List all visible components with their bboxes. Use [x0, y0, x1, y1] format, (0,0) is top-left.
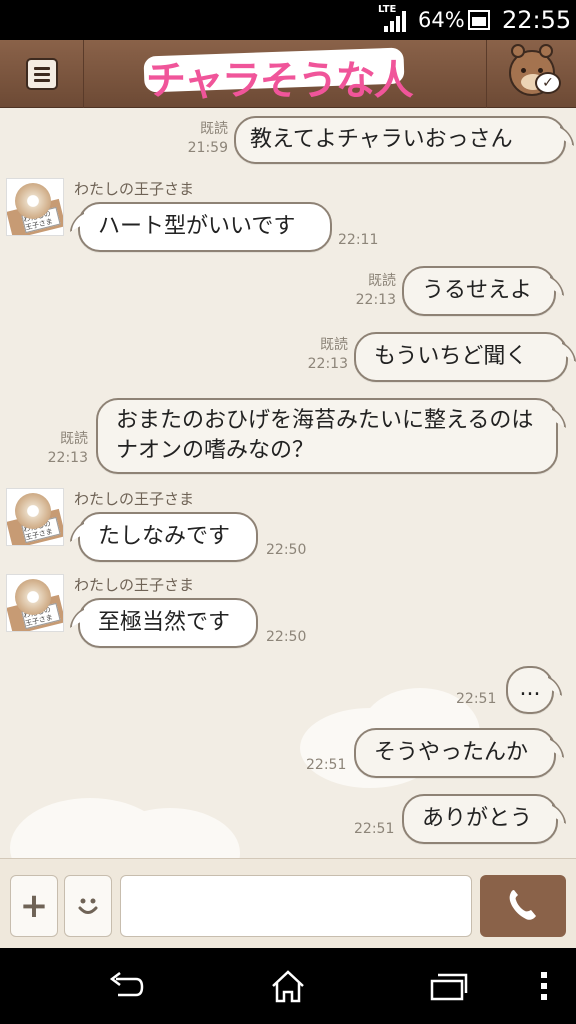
recent-apps-icon — [430, 973, 468, 1001]
chat-title-area: チャラそうな人 — [84, 40, 486, 108]
chat-area[interactable]: 既読 21:59 教えてよチャラいおっさん わたしの王子さま わたしの王子さま ハ… — [0, 108, 576, 858]
message-bubble-incoming[interactable]: ハート型がいいです — [70, 202, 332, 252]
message-text: そうやったんか — [374, 740, 529, 765]
chat-header: チャラそうな人 ✓ — [0, 40, 576, 108]
home-button[interactable] — [258, 962, 318, 1010]
menu-icon — [25, 58, 58, 90]
message-bubble-outgoing[interactable]: もういちど聞く — [354, 332, 576, 382]
recent-apps-button[interactable] — [418, 962, 478, 1010]
message-time: 22:51 — [306, 757, 347, 773]
back-button[interactable] — [96, 962, 156, 1010]
message-bubble-outgoing[interactable]: ありがとう — [402, 794, 566, 844]
phone-icon — [509, 890, 536, 920]
sticker-button[interactable] — [64, 875, 112, 937]
message-bubble-outgoing[interactable]: ... — [506, 666, 562, 714]
message-bubble-outgoing[interactable]: 教えてよチャラいおっさん — [234, 116, 574, 164]
message-bubble-outgoing[interactable]: うるせえよ — [402, 266, 564, 316]
home-icon — [272, 970, 304, 1003]
signal-icon — [384, 11, 406, 32]
sender-name: わたしの王子さま — [74, 490, 195, 508]
message-meta: 既読 21:59 — [187, 121, 228, 156]
message-text: もういちど聞く — [374, 344, 528, 369]
overflow-menu-button[interactable] — [514, 962, 574, 1010]
battery-icon — [468, 10, 490, 30]
message-input-bar: + — [0, 858, 576, 948]
smiley-icon — [78, 898, 98, 914]
message-text: たしなみです — [98, 524, 231, 549]
message-text: ... — [519, 676, 541, 701]
message-text: 教えてよチャラいおっさん — [250, 127, 513, 152]
character-menu-button[interactable]: ✓ — [486, 40, 576, 108]
message-text: ハート型がいいです — [98, 214, 296, 239]
battery-percent: 64% — [418, 8, 465, 32]
plus-icon: + — [19, 886, 49, 926]
system-nav-bar — [0, 948, 576, 1024]
message-meta: 既読 22:13 — [307, 337, 348, 372]
message-text: 至極当然です — [98, 610, 231, 635]
message-bubble-outgoing[interactable]: そうやったんか — [354, 728, 564, 778]
message-time: 22:50 — [266, 542, 307, 558]
menu-button[interactable] — [0, 40, 84, 108]
sender-name: わたしの王子さま — [74, 180, 195, 198]
message-time: 22:51 — [456, 691, 497, 707]
message-time: 22:50 — [266, 629, 307, 645]
message-bubble-outgoing[interactable]: おまたのおひげを海苔みたいに整えるのはナオンの嗜みなの？ — [96, 398, 566, 474]
back-icon — [109, 972, 144, 997]
message-text: ありがとう — [422, 806, 533, 831]
chevron-down-icon: ✓ — [535, 72, 561, 94]
avatar[interactable]: わたしの王子さま — [6, 574, 64, 632]
message-bubble-incoming[interactable]: 至極当然です — [70, 598, 258, 648]
message-input[interactable] — [120, 875, 472, 937]
sender-name: わたしの王子さま — [74, 576, 195, 594]
overflow-menu-icon — [541, 972, 547, 1000]
message-bubble-incoming[interactable]: たしなみです — [70, 512, 258, 562]
message-time: 22:51 — [354, 821, 395, 837]
avatar[interactable]: わたしの王子さま — [6, 178, 64, 236]
message-text: うるせえよ — [422, 278, 533, 303]
status-bar: LTE 64% 22:55 — [0, 0, 576, 40]
add-button[interactable]: + — [10, 875, 58, 937]
avatar[interactable]: わたしの王子さま — [6, 488, 64, 546]
message-meta: 既読 22:13 — [355, 273, 396, 308]
message-meta: 既読 22:13 — [47, 431, 88, 466]
message-text: おまたのおひげを海苔みたいに整えるのはナオンの嗜みなの？ — [116, 408, 534, 463]
chat-title: チャラそうな人 — [146, 58, 414, 104]
clock: 22:55 — [502, 6, 572, 34]
message-time: 22:11 — [338, 232, 379, 248]
call-button[interactable] — [480, 875, 566, 937]
